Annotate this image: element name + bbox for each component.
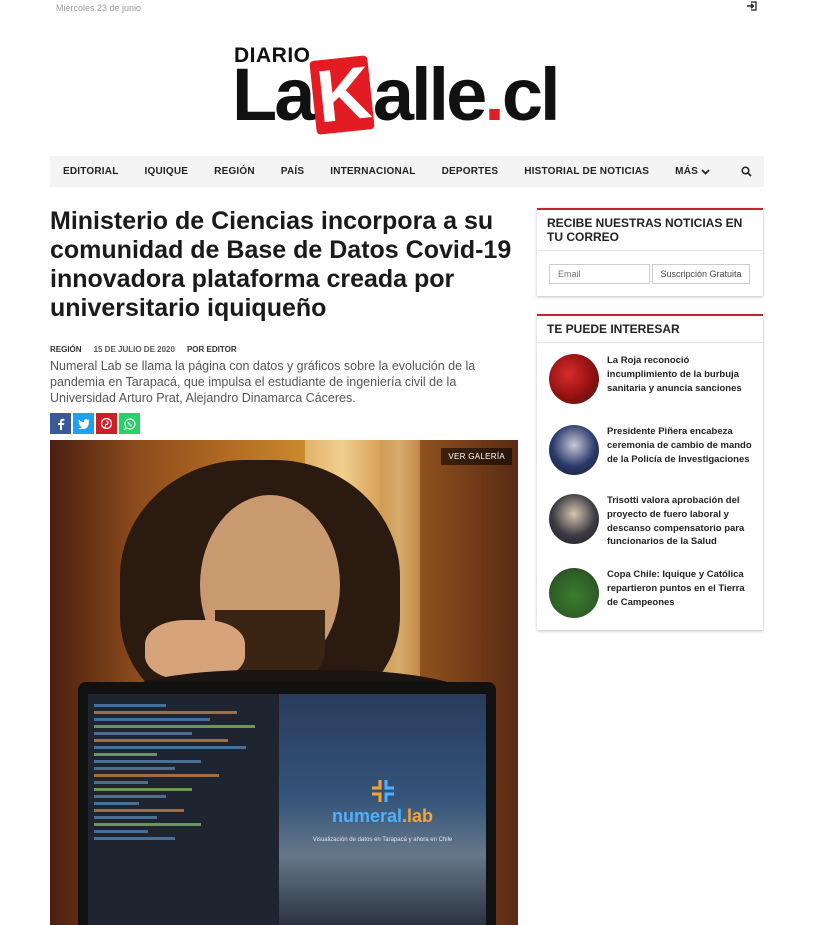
photo-laptop: numeral.lab Visualización de datos en Ta… — [78, 682, 496, 925]
author-name[interactable]: EDITOR — [207, 345, 237, 354]
news-thumbnail[interactable] — [549, 494, 599, 544]
nav-item-deportes[interactable]: DEPORTES — [442, 166, 499, 177]
related-news-item[interactable]: Copa Chile: Iquique y Católica repartier… — [549, 568, 755, 618]
nav-more-label: MÁS — [675, 166, 698, 177]
article-meta: REGIÓN 15 DE JULIO DE 2020 POR EDITOR — [50, 345, 237, 354]
article-photo[interactable]: VER GALERÍA numeral.lab Visualización de… — [50, 440, 518, 925]
nav-item-region[interactable]: REGIÓN — [214, 166, 255, 177]
news-item-title[interactable]: Presidente Piñera encabeza ceremonia de … — [607, 425, 755, 466]
logo-tld: cl — [501, 53, 561, 136]
view-gallery-button[interactable]: VER GALERÍA — [441, 448, 512, 465]
news-thumbnail[interactable] — [549, 354, 599, 404]
logo-dot: . — [484, 53, 504, 136]
news-thumbnail[interactable] — [549, 568, 599, 618]
article-date: 15 DE JULIO DE 2020 — [93, 345, 175, 354]
nav-item-iquique[interactable]: IQUIQUE — [145, 166, 189, 177]
newsletter-form: Suscripción Gratuita — [549, 264, 763, 284]
laptop-screen: numeral.lab Visualización de datos en Ta… — [88, 694, 486, 925]
share-buttons — [50, 413, 140, 434]
article-author: POR EDITOR — [187, 345, 237, 354]
whatsapp-icon[interactable] — [119, 413, 140, 434]
news-item-title[interactable]: Trisotti valora aprobación del proyecto … — [607, 494, 755, 549]
article-section[interactable]: REGIÓN — [50, 345, 82, 354]
nav-item-more[interactable]: MÁS — [675, 166, 710, 177]
news-item-title[interactable]: Copa Chile: Iquique y Católica repartier… — [607, 568, 755, 609]
search-icon[interactable] — [741, 166, 752, 177]
site-logo[interactable]: DIARIO LaKalle.cl — [232, 38, 584, 148]
twitter-icon[interactable] — [73, 413, 94, 434]
code-editor-pane — [88, 694, 280, 925]
nav-item-internacional[interactable]: INTERNACIONAL — [330, 166, 415, 177]
numeral-lab-tagline: Visualización de datos en Tarapacá y aho… — [312, 837, 453, 843]
news-item-title[interactable]: La Roja reconoció incumplimiento de la b… — [607, 354, 755, 395]
related-news-title: TE PUEDE INTERESAR — [537, 316, 763, 343]
related-news-widget: TE PUEDE INTERESAR La Roja reconoció inc… — [537, 314, 763, 630]
nav-item-editorial[interactable]: EDITORIAL — [63, 166, 119, 177]
nav-item-historial[interactable]: HISTORIAL DE NOTICIAS — [524, 166, 649, 177]
logo-part-la: La — [232, 53, 315, 136]
numeral-lab-logo: numeral.lab — [331, 806, 434, 826]
nav-item-pais[interactable]: PAÍS — [281, 166, 304, 177]
logo-wordmark: LaKalle.cl — [232, 51, 561, 139]
related-news-item[interactable]: Presidente Piñera encabeza ceremonia de … — [549, 425, 755, 475]
article-title: Ministerio de Ciencias incorpora a su co… — [50, 207, 512, 322]
news-thumbnail[interactable] — [549, 425, 599, 475]
newsletter-widget: RECIBE NUESTRAS NOTICIAS EN TU CORREO Su… — [537, 208, 763, 296]
logo-part-alle: alle — [372, 53, 487, 136]
sign-in-icon[interactable] — [746, 0, 758, 12]
facebook-icon[interactable] — [50, 413, 71, 434]
article-lead: Numeral Lab se llama la página con datos… — [50, 359, 476, 405]
pinterest-icon[interactable] — [96, 413, 117, 434]
current-date: Miércoles 23 de junio — [56, 3, 142, 13]
numeral-lab-webpage: numeral.lab Visualización de datos en Ta… — [279, 694, 486, 925]
related-news-item[interactable]: La Roja reconoció incumplimiento de la b… — [549, 354, 755, 404]
email-field[interactable] — [549, 264, 650, 284]
author-prefix: POR — [186, 345, 205, 354]
numeral-lab-logo-icon — [371, 780, 394, 802]
related-news-item[interactable]: Trisotti valora aprobación del proyecto … — [549, 494, 755, 549]
main-nav: EDITORIAL IQUIQUE REGIÓN PAÍS INTERNACIO… — [50, 156, 764, 187]
newsletter-title: RECIBE NUESTRAS NOTICIAS EN TU CORREO — [537, 210, 763, 251]
logo-k: K — [309, 51, 376, 138]
chevron-down-icon — [701, 168, 710, 175]
subscribe-button[interactable]: Suscripción Gratuita — [652, 264, 750, 284]
